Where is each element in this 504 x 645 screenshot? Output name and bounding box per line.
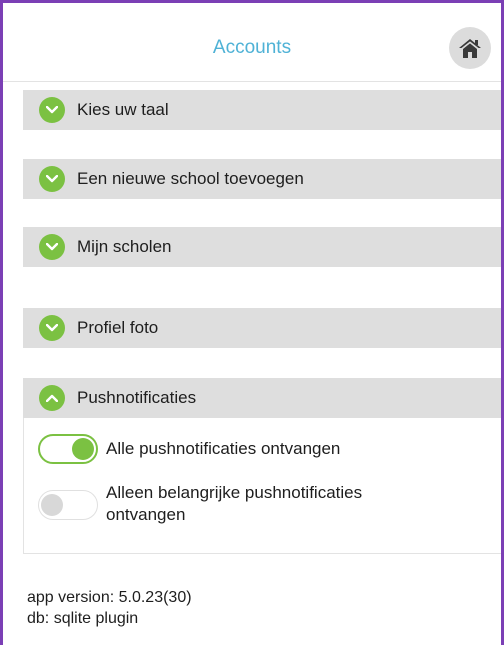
- app-info: app version: 5.0.23(30) db: sqlite plugi…: [27, 587, 192, 629]
- home-icon: [459, 39, 481, 58]
- push-all-row: Alle pushnotificaties ontvangen: [38, 434, 340, 464]
- section-label: Profiel foto: [77, 318, 159, 337]
- toggle-knob: [41, 494, 63, 516]
- chevron-down-icon: [39, 315, 65, 341]
- section-header-language[interactable]: Kies uw taal: [23, 90, 501, 130]
- chevron-up-icon: [39, 385, 65, 411]
- push-all-toggle[interactable]: [38, 434, 98, 464]
- section-header-my-schools[interactable]: Mijn scholen: [23, 227, 501, 267]
- push-all-label: Alle pushnotificaties ontvangen: [106, 439, 341, 458]
- section-profile-photo: Profiel foto: [23, 308, 501, 348]
- toggle-knob: [72, 438, 94, 460]
- section-header-push-notifications[interactable]: Pushnotificaties: [23, 378, 501, 418]
- section-my-schools: Mijn scholen: [23, 227, 501, 267]
- home-button[interactable]: [449, 27, 491, 69]
- header-bar: Accounts: [3, 3, 501, 82]
- section-label: Een nieuwe school toevoegen: [77, 169, 304, 188]
- chevron-down-icon: [39, 166, 65, 192]
- db-text: db: sqlite plugin: [27, 610, 139, 627]
- section-push-notifications: Pushnotificaties Alle pushnotificaties o…: [23, 378, 501, 554]
- section-header-add-school[interactable]: Een nieuwe school toevoegen: [23, 159, 501, 199]
- push-important-row: Alleen belangrijke pushnotificaties ontv…: [38, 482, 416, 526]
- section-label: Pushnotificaties: [77, 388, 197, 407]
- push-important-label: Alleen belangrijke pushnotificaties ontv…: [106, 483, 363, 524]
- app-version-text: app version: 5.0.23(30): [27, 589, 192, 606]
- app-frame: Accounts Kies uw taal Een nieuwe school …: [0, 0, 504, 645]
- push-notifications-panel: Alle pushnotificaties ontvangen Alleen b…: [23, 418, 501, 554]
- section-label: Kies uw taal: [77, 100, 169, 119]
- page-title: Accounts: [212, 37, 292, 58]
- section-header-profile-photo[interactable]: Profiel foto: [23, 308, 501, 348]
- push-important-toggle[interactable]: [38, 490, 98, 520]
- section-label: Mijn scholen: [77, 237, 172, 256]
- chevron-down-icon: [39, 234, 65, 260]
- chevron-down-icon: [39, 97, 65, 123]
- section-language: Kies uw taal: [23, 90, 501, 130]
- section-add-school: Een nieuwe school toevoegen: [23, 159, 501, 199]
